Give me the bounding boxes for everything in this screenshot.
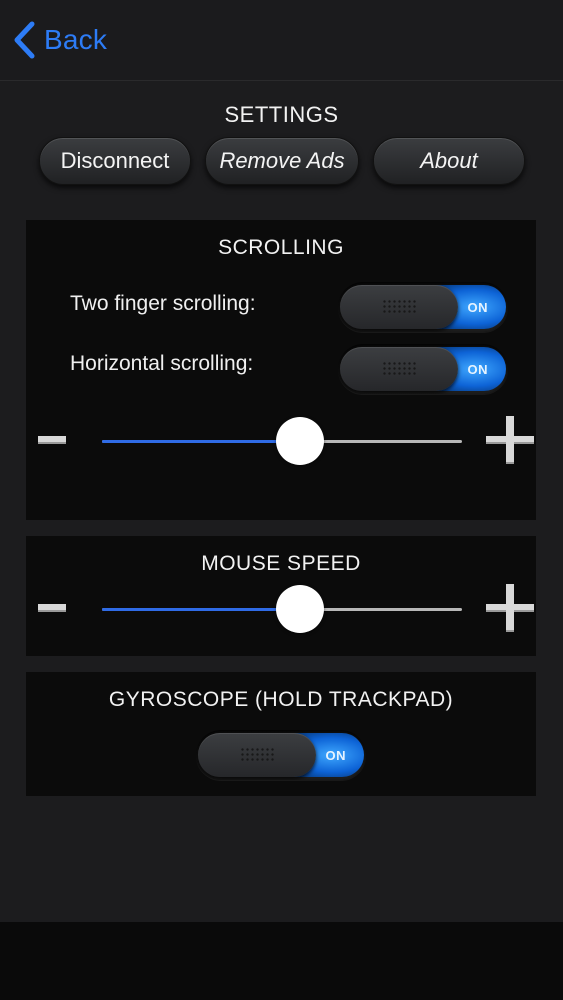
slider-fill [102, 608, 300, 611]
disconnect-button[interactable]: Disconnect [39, 137, 191, 185]
gyroscope-title: GYROSCOPE (HOLD TRACKPAD) [108, 688, 454, 711]
two-finger-scrolling-label: Two finger scrolling: [70, 292, 256, 315]
slider-thumb[interactable] [276, 585, 324, 633]
horizontal-scrolling-toggle[interactable]: ON [338, 344, 508, 394]
plus-icon[interactable] [486, 416, 534, 464]
horizontal-scrolling-label: Horizontal scrolling: [70, 352, 254, 375]
plus-icon[interactable] [486, 584, 534, 632]
slider-fill [102, 440, 300, 443]
chevron-left-icon [14, 21, 35, 59]
toggle-on-label: ON [325, 747, 346, 763]
mouse-speed-title: MOUSE SPEED [201, 552, 361, 575]
navigation-bar: Back [0, 0, 563, 81]
settings-title: SETTINGS [224, 102, 339, 127]
minus-icon[interactable] [38, 604, 66, 612]
back-button[interactable]: Back [12, 20, 107, 60]
minus-icon[interactable] [38, 436, 66, 444]
gyroscope-panel: GYROSCOPE (HOLD TRACKPAD) ON [26, 672, 536, 796]
two-finger-scrolling-toggle[interactable]: ON [338, 282, 508, 332]
scrolling-title: SCROLLING [218, 236, 344, 259]
back-label: Back [44, 24, 108, 55]
remove-ads-button[interactable]: Remove Ads [205, 137, 359, 185]
bottom-bar [0, 922, 563, 1000]
slider-thumb[interactable] [276, 417, 324, 465]
scrolling-panel: SCROLLING Two finger scrolling: ON Horiz… [26, 220, 536, 520]
toggle-knob [340, 347, 458, 391]
mouse-speed-slider[interactable] [102, 585, 462, 633]
toggle-knob [340, 285, 458, 329]
toggle-knob [198, 733, 316, 777]
toggle-on-label: ON [467, 299, 488, 315]
gyroscope-toggle[interactable]: ON [196, 730, 366, 780]
about-button[interactable]: About [373, 137, 525, 185]
mouse-speed-panel: MOUSE SPEED [26, 536, 536, 656]
toggle-on-label: ON [467, 361, 488, 377]
scrolling-speed-slider[interactable] [102, 417, 462, 465]
